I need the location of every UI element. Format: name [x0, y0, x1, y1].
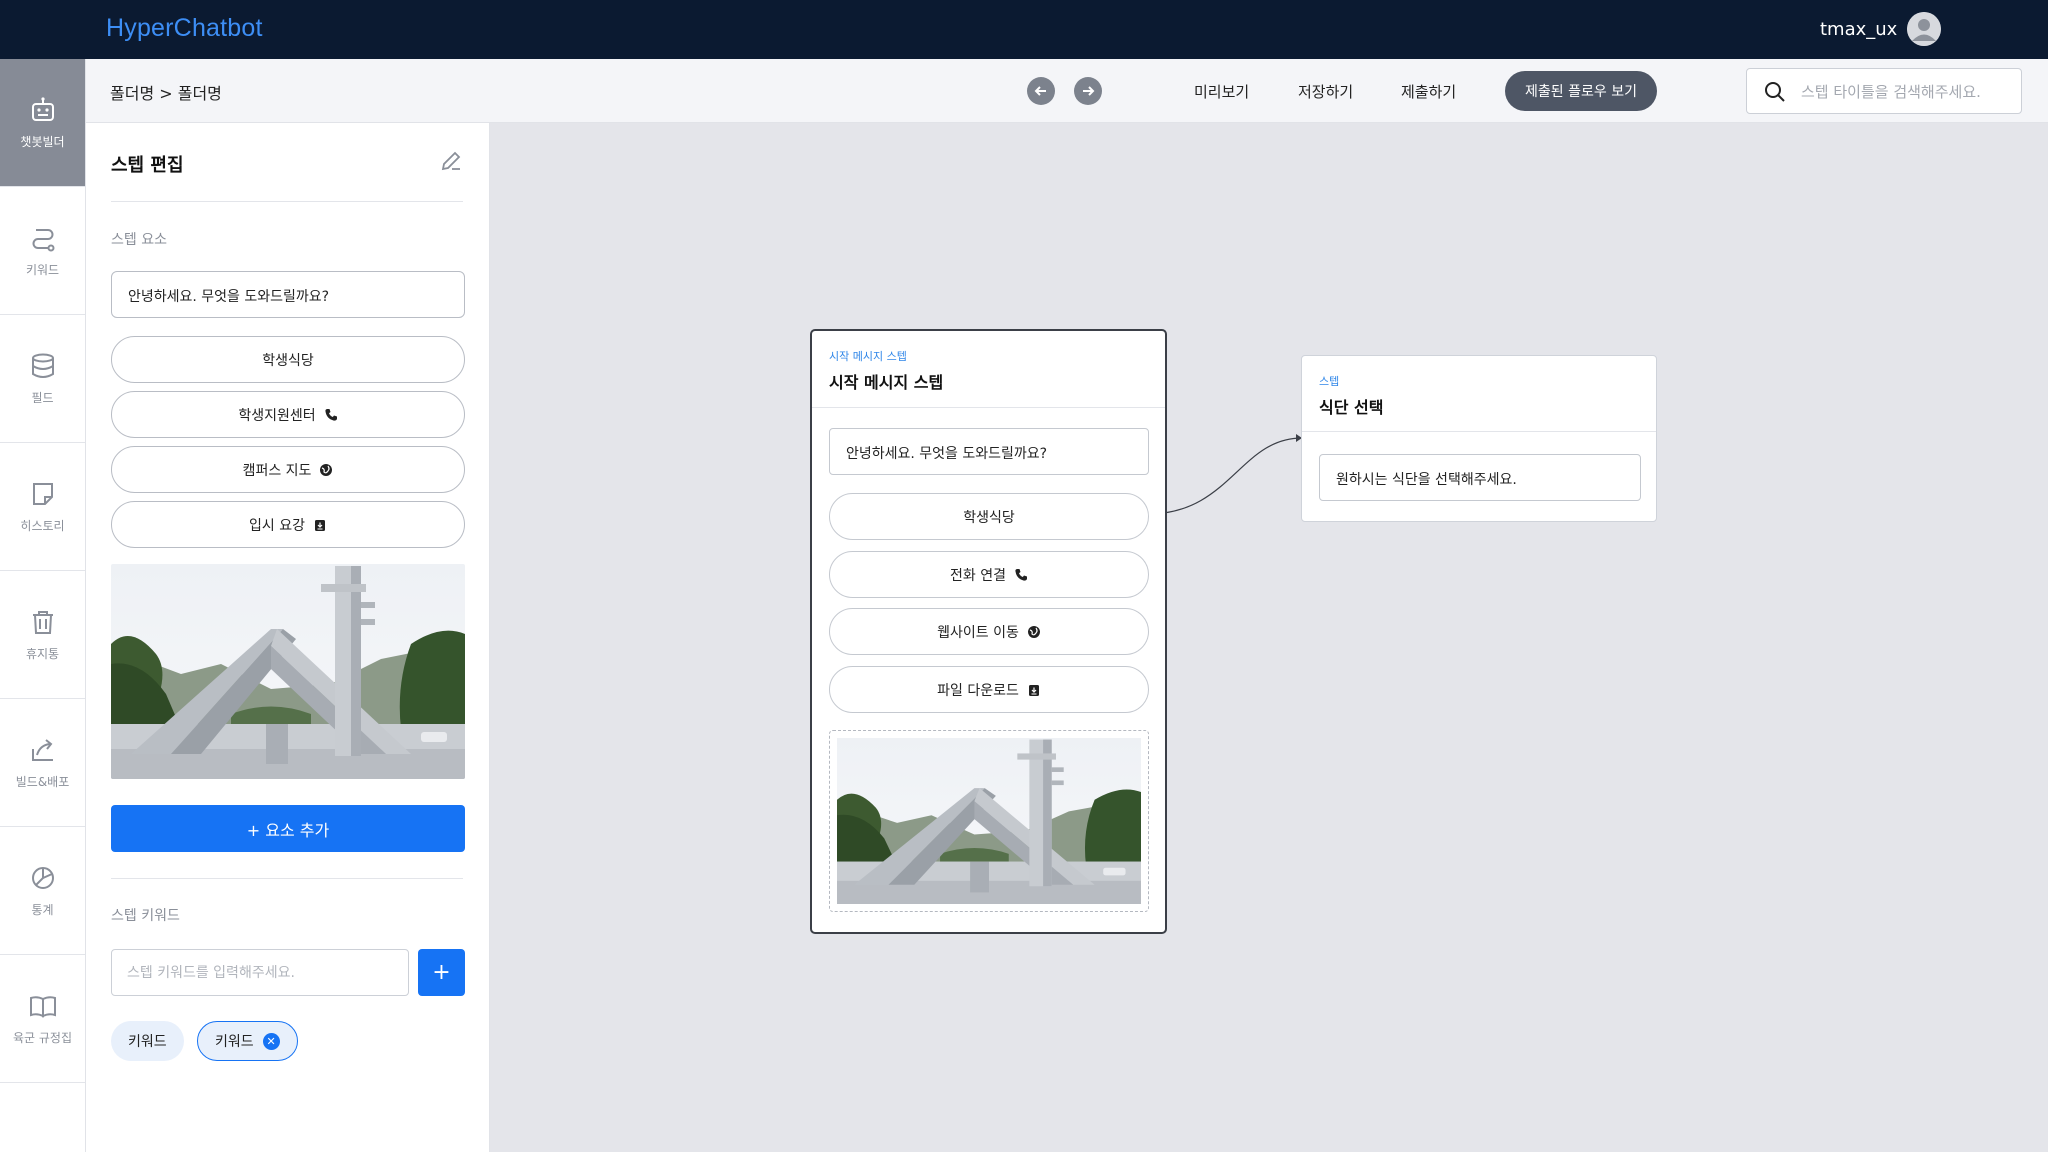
rail-label: 챗봇빌더 — [20, 135, 65, 149]
card-title: 식단 선택 — [1319, 398, 1384, 417]
keyword-chip-label: 키워드 — [215, 1034, 254, 1050]
rail-item-keyword[interactable]: 키워드 — [0, 187, 85, 315]
card-image-element[interactable] — [829, 730, 1149, 912]
step-elements-label: 스텝 요소 — [111, 232, 167, 248]
rail-label: 필드 — [31, 391, 54, 405]
panel-title: 스텝 편집 — [111, 155, 184, 176]
share-icon — [28, 735, 58, 765]
button-element[interactable]: 캠퍼스 지도 — [111, 446, 465, 493]
search-input[interactable] — [1801, 79, 2011, 105]
book-icon — [28, 991, 58, 1021]
keyword-chip-label: 키워드 — [128, 1034, 167, 1050]
keyword-input[interactable] — [127, 962, 397, 984]
campus-gate-image — [111, 564, 465, 779]
app-logo[interactable]: HyperChatbot — [106, 14, 263, 43]
database-icon — [28, 351, 58, 381]
card-button-label: 파일 다운로드 — [937, 682, 1019, 699]
card-tag: 스텝 — [1319, 375, 1340, 388]
rail-label: 키워드 — [25, 263, 60, 277]
username[interactable]: tmax_ux — [1820, 19, 1897, 40]
submitted-flow-button[interactable]: 제출된 플로우 보기 — [1505, 71, 1657, 111]
remove-keyword-icon[interactable]: ✕ — [262, 1032, 280, 1050]
card-button-element[interactable]: 학생식당 — [829, 493, 1149, 540]
card-divider — [1302, 431, 1656, 432]
button-element[interactable]: 학생지원센터 — [111, 391, 465, 438]
rail-item-history[interactable]: 히스토리 — [0, 443, 85, 571]
add-element-button[interactable]: + 요소 추가 — [111, 805, 465, 852]
card-text-element[interactable]: 안녕하세요. 무엇을 도와드릴까요? — [829, 428, 1149, 475]
trash-icon — [28, 607, 58, 637]
rail-label: 통계 — [31, 903, 54, 917]
submit-button[interactable]: 제출하기 — [1401, 81, 1456, 102]
button-element[interactable]: 입시 요강 — [111, 501, 465, 548]
rail-item-rulebook[interactable]: 육군 규정집 — [0, 955, 85, 1083]
user-icon — [1907, 12, 1941, 46]
card-tag: 시작 메시지 스텝 — [829, 350, 907, 363]
globe-icon — [1027, 625, 1041, 639]
robot-icon — [28, 95, 58, 125]
card-divider — [812, 407, 1165, 408]
side-rail: 챗봇빌더 키워드 필드 히스토리 휴지통 빌드&배포 통계 육군 규정집 — [0, 59, 86, 1152]
redo-button[interactable] — [1074, 77, 1102, 105]
rail-label: 휴지통 — [25, 647, 60, 661]
add-keyword-button[interactable]: + — [418, 949, 465, 996]
note-icon — [28, 479, 58, 509]
card-title: 시작 메시지 스텝 — [829, 373, 944, 392]
rail-label: 히스토리 — [20, 519, 65, 533]
card-button-label: 학생식당 — [963, 509, 1015, 526]
rail-label: 육군 규정집 — [12, 1031, 72, 1045]
text-element[interactable]: 안녕하세요. 무엇을 도와드릴까요? — [111, 271, 465, 318]
save-button[interactable]: 저장하기 — [1298, 81, 1353, 102]
button-element-label: 캠퍼스 지도 — [242, 462, 312, 479]
arrow-left-icon — [1034, 86, 1046, 96]
preview-button[interactable]: 미리보기 — [1194, 81, 1249, 102]
campus-gate-image — [837, 738, 1141, 904]
divider — [111, 878, 463, 879]
card-button-element[interactable]: 웹사이트 이동 — [829, 608, 1149, 655]
card-button-label: 웹사이트 이동 — [937, 624, 1019, 641]
top-bar: HyperChatbot tmax_ux — [0, 0, 2048, 59]
globe-icon — [319, 463, 333, 477]
card-button-element[interactable]: 전화 연결 — [829, 551, 1149, 598]
keyword-chip[interactable]: 키워드 — [111, 1021, 184, 1061]
rail-item-chatbot-builder[interactable]: 챗봇빌더 — [0, 59, 85, 187]
rail-item-field[interactable]: 필드 — [0, 315, 85, 443]
search-icon[interactable] — [1763, 80, 1787, 104]
divider — [111, 201, 463, 202]
arrow-right-icon — [1083, 86, 1095, 96]
download-icon — [313, 518, 327, 532]
step-keywords-label: 스텝 키워드 — [111, 908, 180, 924]
phone-icon — [324, 408, 338, 422]
button-element[interactable]: 학생식당 — [111, 336, 465, 383]
card-button-element[interactable]: 파일 다운로드 — [829, 666, 1149, 713]
avatar[interactable] — [1907, 12, 1941, 46]
undo-button[interactable] — [1027, 77, 1055, 105]
keyword-chip-selected[interactable]: 키워드 ✕ — [197, 1021, 298, 1061]
step-editor-panel: 스텝 편집 스텝 요소 안녕하세요. 무엇을 도와드릴까요? 학생식당 학생지원… — [86, 123, 490, 1152]
pie-chart-icon — [28, 863, 58, 893]
keyword-field — [111, 949, 409, 996]
phone-icon — [1014, 568, 1028, 582]
rail-item-trash[interactable]: 휴지통 — [0, 571, 85, 699]
rail-item-build-deploy[interactable]: 빌드&배포 — [0, 699, 85, 827]
menu-select-step-card[interactable]: 스텝 식단 선택 원하시는 식단을 선택해주세요. — [1301, 355, 1657, 522]
rail-item-statistics[interactable]: 통계 — [0, 827, 85, 955]
breadcrumb[interactable]: 폴더명 > 폴더명 — [110, 80, 222, 104]
image-element[interactable] — [111, 564, 465, 779]
button-element-label: 학생지원센터 — [238, 407, 316, 424]
pencil-icon[interactable] — [438, 148, 464, 174]
start-step-card[interactable]: 시작 메시지 스텝 시작 메시지 스텝 안녕하세요. 무엇을 도와드릴까요? 학… — [810, 329, 1167, 934]
card-text-element[interactable]: 원하시는 식단을 선택해주세요. — [1319, 454, 1641, 501]
button-element-label: 입시 요강 — [249, 517, 305, 534]
card-button-label: 전화 연결 — [950, 567, 1006, 584]
route-icon — [28, 223, 58, 253]
sub-header: 폴더명 > 폴더명 미리보기 저장하기 제출하기 제출된 플로우 보기 — [86, 59, 2048, 123]
download-icon — [1027, 683, 1041, 697]
step-search — [1746, 68, 2022, 114]
rail-label: 빌드&배포 — [15, 775, 70, 789]
button-element-label: 학생식당 — [262, 352, 314, 369]
